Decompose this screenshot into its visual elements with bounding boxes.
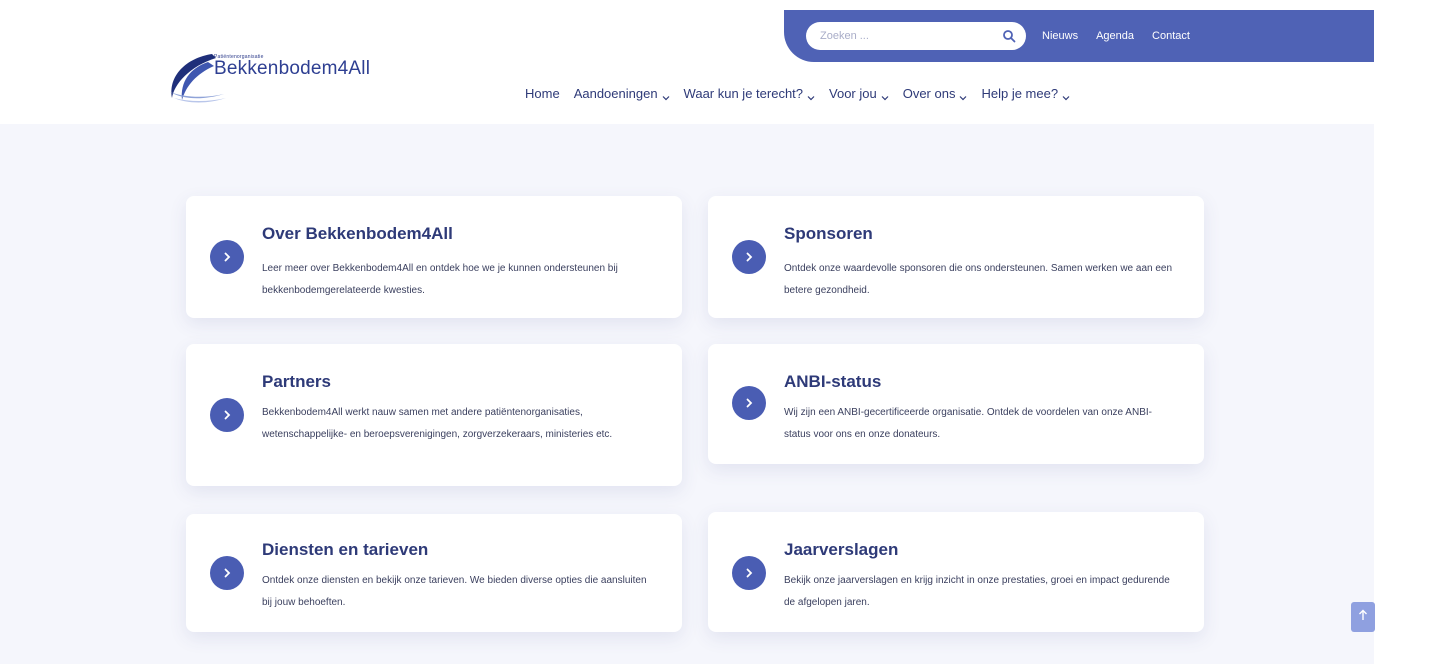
chevron-right-icon[interactable] (732, 240, 766, 274)
utility-links: Nieuws Agenda Contact (1042, 30, 1190, 42)
card-jaarverslagen[interactable]: Jaarverslagen Bekijk onze jaarverslagen … (708, 512, 1204, 632)
card-description: Ontdek onze diensten en bekijk onze tari… (262, 575, 647, 608)
nav-item-waar-kun-je-terecht[interactable]: Waar kun je terecht? (684, 86, 815, 101)
card-description: Leer meer over Bekkenbodem4All en ontdek… (262, 263, 618, 296)
card-anbi-status[interactable]: ANBI-status Wij zijn een ANBI-gecertific… (708, 344, 1204, 464)
card-diensten-en-tarieven[interactable]: Diensten en tarieven Ontdek onze dienste… (186, 514, 682, 632)
card-title: Partners (262, 372, 331, 391)
card-title: Sponsoren (784, 224, 873, 243)
card-title: Over Bekkenbodem4All (262, 224, 453, 243)
search-box[interactable] (806, 22, 1026, 50)
chevron-down-icon (662, 90, 670, 100)
chevron-right-icon[interactable] (210, 240, 244, 274)
utility-link-agenda[interactable]: Agenda (1096, 30, 1134, 42)
utility-link-nieuws[interactable]: Nieuws (1042, 30, 1078, 42)
nav-item-voor-jou[interactable]: Voor jou (829, 86, 889, 101)
nav-item-label: Home (525, 86, 560, 101)
nav-item-aandoeningen[interactable]: Aandoeningen (574, 86, 670, 101)
card-description: Ontdek onze waardevolle sponsoren die on… (784, 263, 1173, 296)
utility-bar: Nieuws Agenda Contact (784, 10, 1374, 62)
main-content: Over Bekkenbodem4All Leer meer over Bekk… (0, 124, 1374, 664)
chevron-right-icon[interactable] (210, 556, 244, 590)
card-title: ANBI-status (784, 372, 882, 391)
scroll-to-top-button[interactable] (1351, 602, 1375, 632)
card-sponsoren[interactable]: Sponsoren Ontdek onze waardevolle sponso… (708, 196, 1204, 318)
search-icon[interactable] (1002, 29, 1016, 43)
chevron-right-icon[interactable] (732, 386, 766, 420)
card-title: Diensten en tarieven (262, 540, 429, 559)
chevron-down-icon (881, 90, 889, 100)
chevron-down-icon (1062, 90, 1070, 100)
search-input[interactable] (820, 30, 1002, 42)
utility-link-contact[interactable]: Contact (1152, 30, 1190, 42)
nav-item-label: Over ons (902, 86, 956, 101)
site-header: Nieuws Agenda Contact Patiëntenorganisat… (0, 0, 1374, 124)
site-logo[interactable]: Patiëntenorganisatie Bekkenbodem4All (164, 48, 370, 104)
main-nav: Home Aandoeningen Waar kun je terecht? V… (525, 86, 1084, 101)
chevron-down-icon (807, 90, 815, 100)
logo-tagline: Patiëntenorganisatie (214, 54, 264, 60)
nav-item-over-ons[interactable]: Over ons (903, 86, 968, 101)
arrow-up-icon (1358, 608, 1368, 626)
nav-item-home[interactable]: Home (525, 86, 560, 101)
chevron-down-icon (959, 90, 967, 100)
nav-item-help-je-mee[interactable]: Help je mee? (981, 86, 1070, 101)
card-description: Wij zijn een ANBI-gecertificeerde organi… (784, 407, 1152, 440)
nav-item-label: Aandoeningen (573, 86, 658, 101)
card-description: Bekkenbodem4All werkt nauw samen met and… (262, 407, 613, 440)
nav-item-label: Help je mee? (981, 86, 1059, 101)
chevron-right-icon[interactable] (210, 398, 244, 432)
card-description: Bekijk onze jaarverslagen en krijg inzic… (784, 575, 1170, 608)
page: Nieuws Agenda Contact Patiëntenorganisat… (0, 0, 1375, 664)
card-over-bekkenbodem4all[interactable]: Over Bekkenbodem4All Leer meer over Bekk… (186, 196, 682, 318)
card-title: Jaarverslagen (784, 540, 899, 559)
logo-text: Patiëntenorganisatie Bekkenbodem4All (214, 54, 371, 80)
nav-item-label: Waar kun je terecht? (683, 86, 804, 101)
card-partners[interactable]: Partners Bekkenbodem4All werkt nauw same… (186, 344, 682, 486)
chevron-right-icon[interactable] (732, 556, 766, 590)
nav-item-label: Voor jou (829, 86, 877, 101)
logo-name: Bekkenbodem4All (214, 58, 371, 79)
